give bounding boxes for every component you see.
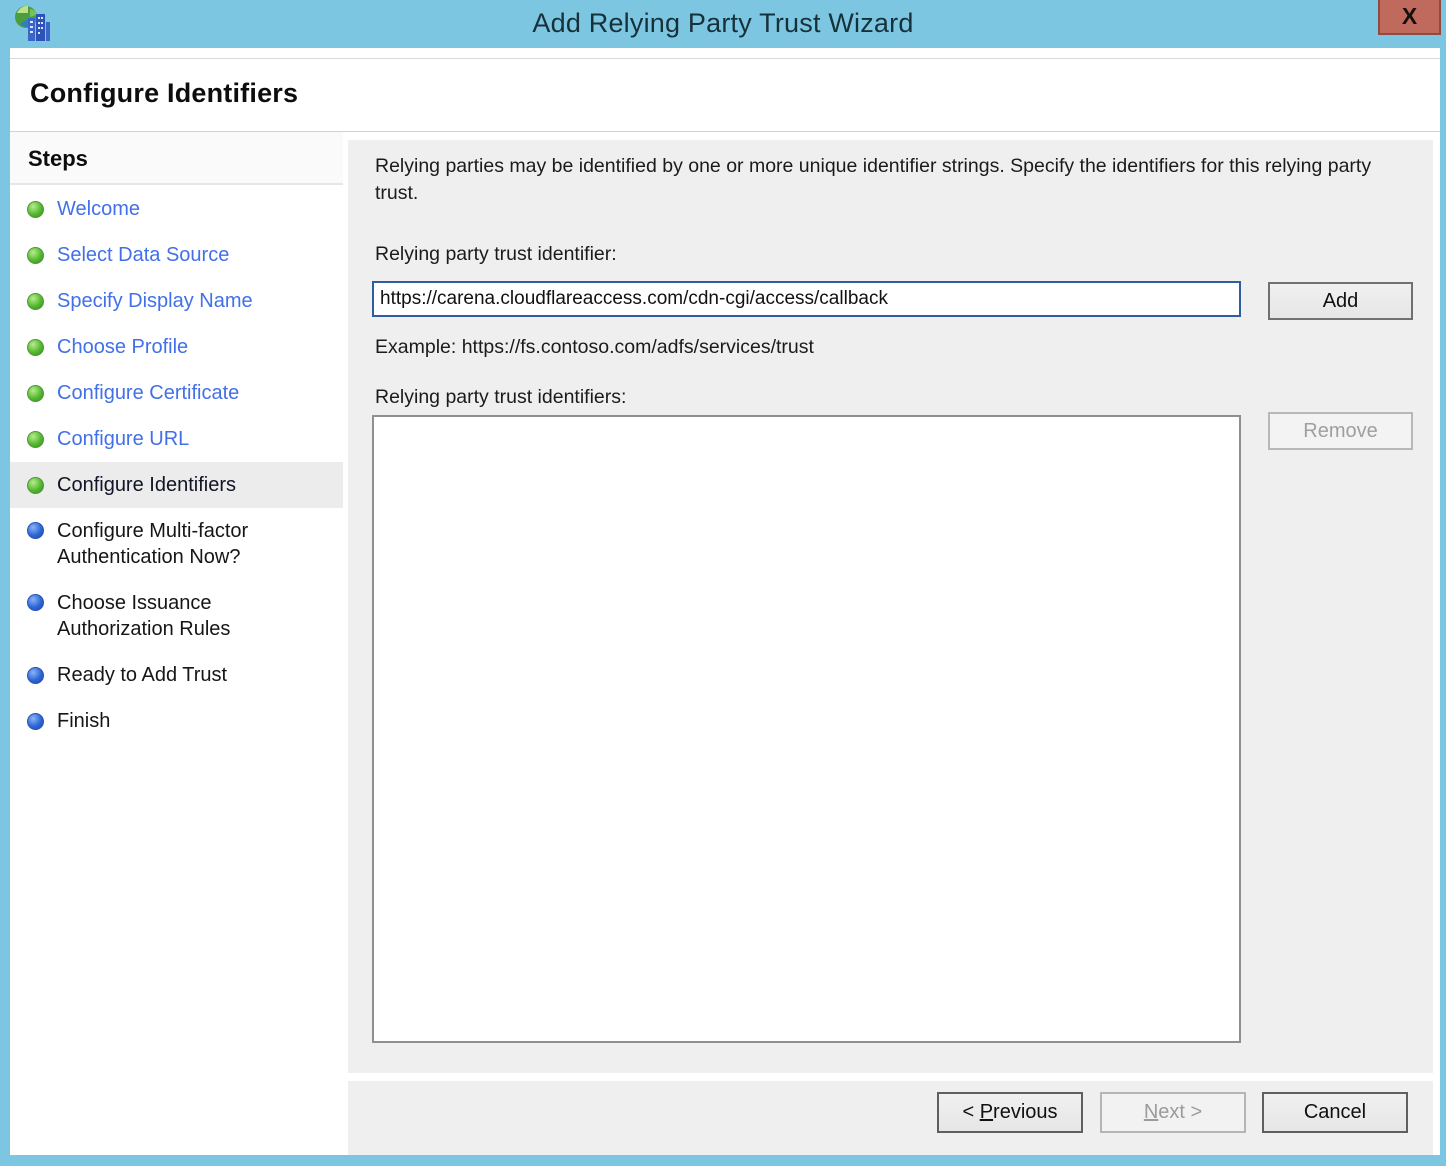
title-bar: Add Relying Party Trust Wizard X <box>0 0 1446 48</box>
sidebar-step-choose-profile[interactable]: Choose Profile <box>10 324 343 370</box>
sidebar-step-specify-display-name[interactable]: Specify Display Name <box>10 278 343 324</box>
steps-heading: Steps <box>10 132 343 185</box>
footer-bar: < Previous Next > Cancel <box>348 1081 1433 1155</box>
add-button[interactable]: Add <box>1268 282 1413 320</box>
steps-sidebar: Steps Welcome Select Data Source Specify… <box>10 132 343 1155</box>
previous-button[interactable]: < Previous <box>937 1092 1083 1133</box>
sidebar-step-ready-to-add-trust: Ready to Add Trust <box>10 652 343 698</box>
steps-list: Welcome Select Data Source Specify Displ… <box>10 185 343 744</box>
page-title: Configure Identifiers <box>30 78 298 109</box>
remove-button: Remove <box>1268 412 1413 450</box>
step-upcoming-bullet-icon <box>27 522 44 539</box>
titlebar-shadow-line <box>10 58 1440 59</box>
step-done-bullet-icon <box>27 431 44 448</box>
sidebar-step-choose-issuance-rules: Choose Issuance Authorization Rules <box>10 580 343 652</box>
step-upcoming-bullet-icon <box>27 594 44 611</box>
step-done-bullet-icon <box>27 385 44 402</box>
step-done-bullet-icon <box>27 477 44 494</box>
sidebar-step-finish: Finish <box>10 698 343 744</box>
cancel-button[interactable]: Cancel <box>1262 1092 1408 1133</box>
sidebar-step-configure-identifiers[interactable]: Configure Identifiers <box>10 462 343 508</box>
sidebar-step-select-data-source[interactable]: Select Data Source <box>10 232 343 278</box>
close-button[interactable]: X <box>1378 0 1441 35</box>
window-title: Add Relying Party Trust Wizard <box>0 8 1446 39</box>
close-icon: X <box>1402 3 1417 30</box>
wizard-window: Add Relying Party Trust Wizard X Configu… <box>0 0 1446 1166</box>
identifiers-listbox[interactable] <box>372 415 1241 1043</box>
page-description: Relying parties may be identified by one… <box>375 153 1415 207</box>
identifiers-list-label: Relying party trust identifiers: <box>375 386 626 409</box>
sidebar-step-configure-mfa: Configure Multi-factor Authentication No… <box>10 508 343 580</box>
next-button: Next > <box>1100 1092 1246 1133</box>
step-upcoming-bullet-icon <box>27 713 44 730</box>
dialog-body: Configure Identifiers Steps Welcome Sele… <box>10 48 1440 1155</box>
step-done-bullet-icon <box>27 339 44 356</box>
step-done-bullet-icon <box>27 201 44 218</box>
step-done-bullet-icon <box>27 247 44 264</box>
identifier-field-label: Relying party trust identifier: <box>375 243 617 266</box>
sidebar-step-configure-url[interactable]: Configure URL <box>10 416 343 462</box>
identifier-input[interactable] <box>372 281 1241 317</box>
sidebar-step-configure-certificate[interactable]: Configure Certificate <box>10 370 343 416</box>
example-text: Example: https://fs.contoso.com/adfs/ser… <box>375 336 814 359</box>
sidebar-step-welcome[interactable]: Welcome <box>10 186 343 232</box>
step-upcoming-bullet-icon <box>27 667 44 684</box>
content-pane: Relying parties may be identified by one… <box>348 140 1433 1073</box>
step-done-bullet-icon <box>27 293 44 310</box>
